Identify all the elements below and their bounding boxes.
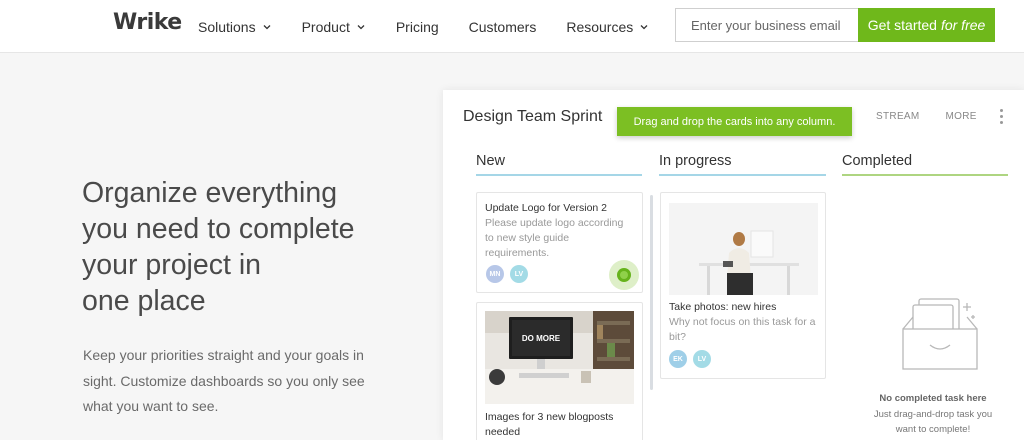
- business-email-input[interactable]: [675, 8, 859, 42]
- nav-solutions-label: Solutions: [198, 18, 256, 35]
- avatar: EK: [669, 350, 687, 368]
- column-scrollbar[interactable]: [650, 195, 653, 390]
- task-card[interactable]: Take photos: new hires Why not focus on …: [660, 192, 826, 379]
- nav-product[interactable]: Product: [302, 19, 366, 35]
- board-title: Design Team Sprint: [463, 108, 603, 125]
- office-desk-image: DO MORE: [485, 311, 634, 404]
- tab-more[interactable]: MORE: [946, 111, 977, 130]
- photographer-image: [669, 203, 818, 295]
- chevron-down-icon: [640, 24, 648, 29]
- more-options-icon[interactable]: [999, 109, 1005, 127]
- column-new-header: New: [476, 153, 642, 176]
- hero-title-line: your project in: [82, 249, 262, 281]
- nav-customers[interactable]: Customers: [469, 19, 537, 35]
- main-nav: Solutions Product Pricing Customers Reso…: [198, 0, 679, 53]
- drag-drop-tooltip: Drag and drop the cards into any column.: [617, 107, 852, 136]
- nav-resources[interactable]: Resources: [566, 19, 649, 35]
- monitor-screen-text: DO MORE: [522, 334, 561, 343]
- get-started-button[interactable]: Get started for free: [858, 8, 995, 42]
- wrike-logo[interactable]: Wrike: [113, 10, 182, 35]
- site-header: Wrike Solutions Product Pricing Customer…: [0, 0, 1024, 53]
- nav-pricing[interactable]: Pricing: [396, 19, 439, 35]
- column-in-progress-header: In progress: [659, 153, 826, 176]
- column-completed-label: Completed: [842, 153, 913, 169]
- task-card[interactable]: Update Logo for Version 2 Please update …: [476, 192, 643, 293]
- avatar: LV: [510, 265, 528, 283]
- nav-solutions[interactable]: Solutions: [198, 19, 272, 35]
- board-panel: Design Team Sprint RD STREAM MORE New In…: [443, 90, 1024, 440]
- card-title: Take photos: new hires: [669, 301, 777, 313]
- nav-product-label: Product: [301, 18, 350, 35]
- card-description: Why not focus on this task for a bit?: [669, 316, 816, 343]
- hero-title-line: Organize everything: [82, 177, 338, 209]
- avatar: MN: [486, 265, 504, 283]
- column-in-progress-label: In progress: [659, 153, 732, 169]
- card-title: Images for 3 new blogposts needed: [485, 411, 614, 438]
- chevron-down-icon: [357, 24, 365, 29]
- hero-title-line: you need to complete: [82, 213, 355, 245]
- card-title: Update Logo for Version 2: [485, 202, 608, 214]
- hero-subtitle: Keep your priorities straight and your g…: [83, 347, 365, 414]
- card-description: Please update logo according to new styl…: [485, 217, 624, 259]
- hero-title-line: one place: [82, 285, 206, 317]
- column-new-label: New: [476, 153, 506, 169]
- tab-stream[interactable]: STREAM: [876, 111, 919, 130]
- empty-state-text: Just drag-and-drop task you want to comp…: [873, 409, 993, 435]
- nav-customers-label: Customers: [468, 18, 537, 35]
- cta-emphasis: for free: [940, 17, 986, 33]
- avatar: LV: [693, 350, 711, 368]
- empty-box-icon: [902, 298, 978, 370]
- hero-title: Organize everything you need to complete…: [82, 175, 392, 319]
- drag-hint-dot-icon: [609, 260, 639, 290]
- empty-state-title: No completed task here: [879, 393, 987, 404]
- nav-resources-label: Resources: [566, 18, 634, 35]
- board-tabs: RD STREAM MORE: [835, 111, 1003, 130]
- chevron-down-icon: [263, 24, 271, 29]
- task-card[interactable]: DO MORE Images for 3 new blogposts neede…: [476, 302, 643, 440]
- cta-label: Get started: [867, 17, 937, 33]
- column-completed-header: Completed: [842, 153, 1008, 176]
- nav-pricing-label: Pricing: [395, 18, 439, 35]
